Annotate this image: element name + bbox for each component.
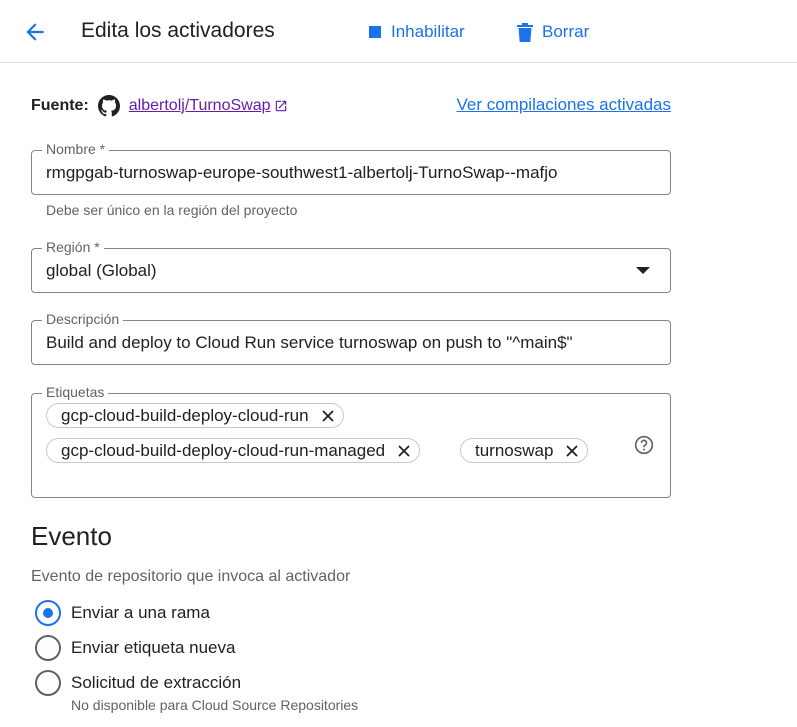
github-icon: [97, 95, 120, 117]
source-row: Fuente: albertolj/TurnoSwap: [31, 94, 288, 118]
tag-chip: turnoswap: [460, 438, 589, 463]
radio-push-branch[interactable]: [35, 600, 61, 626]
tag-chip: gcp-cloud-build-deploy-cloud-run-managed: [46, 438, 421, 463]
region-field-label: Región *: [42, 239, 104, 255]
page-header: Edita los activadores Inhabilitar Borrar: [0, 0, 797, 63]
repo-link[interactable]: albertolj/TurnoSwap: [129, 97, 271, 115]
dropdown-arrow-icon: [636, 267, 650, 274]
tag-chip-label: gcp-cloud-build-deploy-cloud-run: [61, 405, 309, 425]
disable-button[interactable]: Inhabilitar: [368, 20, 465, 44]
source-label: Fuente:: [31, 97, 89, 114]
disable-button-label: Inhabilitar: [391, 22, 465, 41]
tag-chip: gcp-cloud-build-deploy-cloud-run: [46, 403, 344, 428]
name-input[interactable]: rmgpgab-turnoswap-europe-southwest1-albe…: [46, 163, 558, 183]
tags-field-label: Etiquetas: [42, 384, 109, 400]
description-input[interactable]: Build and deploy to Cloud Run service tu…: [46, 333, 573, 353]
event-section-subtitle: Evento de repositorio que invoca al acti…: [31, 568, 351, 585]
description-field[interactable]: Descripción Build and deploy to Cloud Ru…: [31, 311, 671, 365]
radio-pull-request-label[interactable]: Solicitud de extracción: [71, 673, 241, 693]
name-field-label: Nombre *: [42, 141, 110, 157]
trash-icon: [517, 22, 533, 42]
page-title: Edita los activadores: [81, 19, 275, 42]
tag-chip-label: gcp-cloud-build-deploy-cloud-run-managed: [61, 440, 386, 460]
pull-request-note: No disponible para Cloud Source Reposito…: [71, 697, 359, 713]
name-hint: Debe ser único en la región del proyecto: [46, 202, 298, 218]
remove-tag-icon[interactable]: [321, 409, 335, 423]
region-value: global (Global): [46, 261, 157, 280]
description-field-label: Descripción: [42, 311, 124, 327]
remove-tag-icon[interactable]: [565, 444, 579, 458]
stop-square-icon: [369, 26, 381, 38]
radio-push-tag[interactable]: [35, 635, 61, 661]
help-icon[interactable]: [634, 435, 654, 455]
radio-push-branch-label[interactable]: Enviar a una rama: [71, 603, 210, 623]
radio-pull-request[interactable]: [35, 670, 61, 696]
delete-button-label: Borrar: [542, 22, 590, 41]
delete-button[interactable]: Borrar: [517, 20, 589, 44]
tags-field[interactable]: Etiquetas gcp-cloud-build-deploy-cloud-r…: [31, 384, 671, 498]
remove-tag-icon[interactable]: [397, 444, 411, 458]
radio-push-tag-label[interactable]: Enviar etiqueta nueva: [71, 638, 235, 658]
back-arrow-icon[interactable]: [22, 19, 48, 45]
external-link-icon: [276, 100, 287, 112]
event-section-title: Evento: [31, 521, 112, 551]
tag-chip-label: turnoswap: [475, 440, 554, 460]
view-triggered-builds-link[interactable]: Ver compilaciones activadas: [456, 95, 671, 115]
region-select[interactable]: Región * global (Global): [31, 239, 671, 293]
name-field[interactable]: Nombre * rmgpgab-turnoswap-europe-southw…: [31, 141, 671, 195]
